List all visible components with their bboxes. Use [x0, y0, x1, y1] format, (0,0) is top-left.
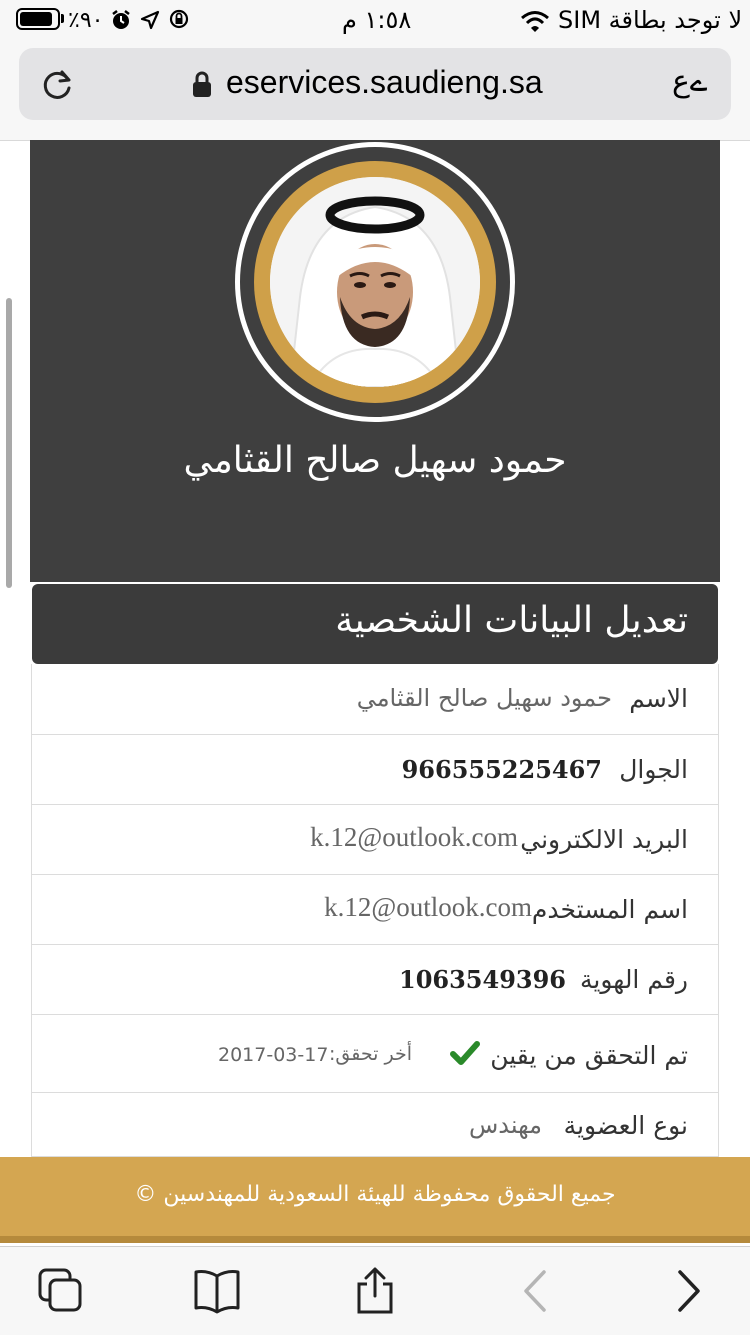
field-value-mobile: 966555225467: [401, 755, 602, 784]
field-label-id-number: رقم الهوية: [580, 965, 688, 994]
field-row-mobile: الجوال 966555225467: [31, 735, 719, 805]
field-value-name: حمود سهيل صالح القثامي: [356, 684, 612, 712]
field-label-verification: تم التحقق من يقين: [490, 1041, 688, 1070]
footer-copyright: جميع الحقوق محفوظة للهيئة السعودية للمهن…: [134, 1182, 616, 1207]
field-label-mobile: الجوال: [619, 755, 688, 784]
check-icon: [450, 1041, 480, 1065]
field-label-name: الاسم: [629, 684, 688, 713]
field-row-id-number: رقم الهوية 1063549396: [31, 945, 719, 1015]
field-value-email: k.12@outlook.com: [310, 822, 518, 852]
profile-photo: [270, 177, 480, 387]
battery-cap: [61, 14, 64, 23]
field-value-id-number: 1063549396: [399, 965, 566, 994]
share-icon[interactable]: [350, 1266, 400, 1316]
field-row-verification: تم التحقق من يقين أخر تحقق: 2017-03-17: [31, 1015, 719, 1093]
battery-percent: ٪٩٠: [68, 8, 104, 33]
battery-icon: [16, 8, 60, 30]
reload-icon[interactable]: [38, 66, 76, 104]
text-size-button[interactable]: ےع: [672, 64, 707, 99]
field-value-membership: مهندس: [468, 1111, 542, 1139]
field-label-email: البريد الالكتروني: [520, 825, 688, 854]
carrier-label: لا توجد بطاقة SIM: [558, 6, 743, 34]
forward-icon[interactable]: [664, 1266, 714, 1316]
field-row-email: البريد الالكتروني k.12@outlook.com: [31, 805, 719, 875]
tabs-icon[interactable]: [36, 1266, 86, 1316]
alarm-icon: [112, 10, 130, 29]
lock-icon: [193, 71, 211, 97]
bookmarks-icon[interactable]: [192, 1266, 242, 1316]
field-label-membership: نوع العضوية: [563, 1111, 688, 1140]
field-row-username: اسم المستخدم k.12@outlook.com: [31, 875, 719, 945]
scroll-indicator: [6, 298, 12, 588]
wifi-icon: [521, 11, 549, 32]
section-title: تعديل البيانات الشخصية: [335, 600, 688, 641]
field-row-membership: نوع العضوية مهندس: [31, 1093, 719, 1157]
field-label-username: اسم المستخدم: [531, 895, 688, 924]
field-value-username: k.12@outlook.com: [324, 892, 532, 922]
status-time: ١:٥٨ م: [342, 6, 412, 34]
location-icon: [140, 10, 160, 30]
last-check-label: أخر تحقق:: [329, 1043, 412, 1065]
rotation-lock-icon: [169, 9, 189, 29]
url-text[interactable]: eservices.saudieng.sa: [226, 64, 543, 101]
field-row-name: الاسم حمود سهيل صالح القثامي: [31, 664, 719, 735]
back-icon[interactable]: [510, 1266, 560, 1316]
footer-divider: [0, 1236, 750, 1243]
profile-name: حمود سهيل صالح القثامي: [183, 440, 567, 481]
avatar: [270, 177, 480, 387]
last-check-date: 2017-03-17: [218, 1044, 329, 1066]
